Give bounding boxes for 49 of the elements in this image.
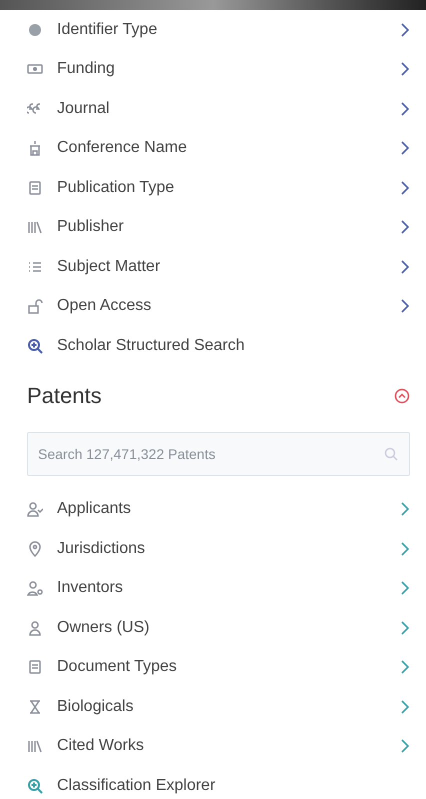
filter-label[interactable]: Biologicals (57, 694, 387, 719)
filter-label[interactable]: Identifier Type (57, 18, 387, 42)
user-icon (27, 620, 43, 636)
collapse-icon[interactable] (394, 388, 410, 404)
chevron-right-icon[interactable] (401, 660, 410, 674)
unlock-icon (27, 298, 43, 314)
chevron-right-icon[interactable] (401, 141, 410, 156)
chevron-right-icon[interactable] (401, 220, 410, 234)
chevron-right-icon[interactable] (401, 299, 410, 314)
zoom-search-icon (27, 338, 43, 354)
document-icon (27, 659, 43, 676)
chevron-right-icon[interactable] (401, 700, 410, 714)
filter-label[interactable]: Inventors (57, 576, 387, 600)
user-check-icon (27, 501, 43, 518)
filter-label[interactable]: Document Types (57, 655, 387, 680)
filter-label[interactable]: Publisher (57, 215, 387, 240)
filter-label[interactable]: Applicants (57, 497, 387, 522)
chevron-right-icon[interactable] (401, 102, 410, 116)
hourglass-icon (27, 698, 43, 715)
filter-label[interactable]: Publication Type (57, 176, 387, 200)
search-icon (384, 446, 398, 460)
books-icon (27, 219, 43, 236)
filter-label[interactable]: Open Access (57, 294, 387, 318)
filter-label[interactable]: Conference Name (57, 136, 387, 160)
chevron-right-icon[interactable] (401, 260, 410, 274)
chevron-right-icon[interactable] (401, 581, 410, 596)
filter-label[interactable]: Jurisdictions (57, 536, 387, 561)
chevron-right-icon[interactable] (401, 62, 410, 76)
user-gear-icon (27, 580, 43, 596)
zoom-search-icon (27, 778, 43, 794)
chevron-right-icon[interactable] (401, 620, 410, 635)
chevron-right-icon[interactable] (401, 22, 410, 37)
filter-label[interactable]: Classification Explorer (57, 774, 410, 798)
filter-label[interactable]: Journal (57, 96, 387, 121)
filter-label[interactable]: Cited Works (57, 734, 387, 758)
section-title: Patents (27, 382, 102, 410)
chevron-right-icon[interactable] (401, 502, 410, 516)
chevron-right-icon[interactable] (401, 542, 410, 556)
filter-label[interactable]: Scholar Structured Search (57, 334, 410, 358)
filter-label[interactable]: Subject Matter (57, 254, 387, 279)
chevron-right-icon[interactable] (401, 739, 410, 754)
location-pin-icon (27, 540, 43, 557)
filter-label[interactable]: Owners (US) (57, 616, 387, 640)
filter-label[interactable]: Funding (57, 57, 387, 82)
books-icon (27, 738, 43, 754)
search-field[interactable]: Search 127,471,322 Patents (27, 432, 410, 476)
document-icon (27, 180, 43, 196)
building-icon (27, 140, 43, 156)
chevron-right-icon[interactable] (401, 180, 410, 195)
